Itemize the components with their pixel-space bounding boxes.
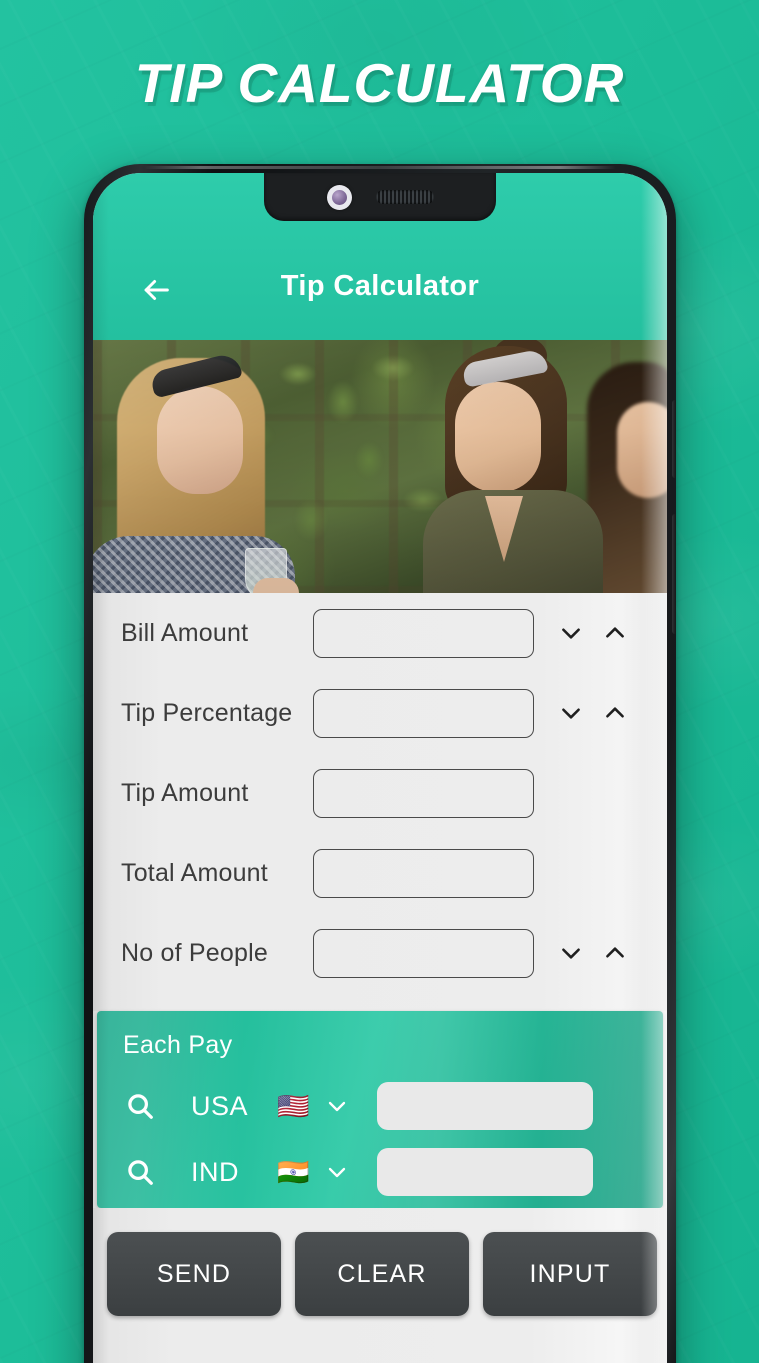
form-row-tip-amount: Tip Amount: [93, 753, 667, 833]
camera-icon: [326, 184, 352, 210]
phone-mockup: Tip Calculator Bill Amount Tip Percentag…: [84, 164, 676, 1363]
input-no-of-people[interactable]: [313, 928, 534, 978]
chevron-up-icon[interactable]: [602, 940, 628, 966]
currency-code-ind: IND: [191, 1156, 239, 1187]
input-each-pay-usa[interactable]: [377, 1082, 594, 1130]
each-pay-title: Each Pay: [123, 1031, 233, 1059]
currency-row-ind: IND 🇮🇳: [97, 1141, 663, 1203]
camera-lens-icon: [331, 189, 347, 205]
label-no-of-people: No of People: [121, 938, 268, 967]
phone-notch: [264, 173, 496, 221]
flag-icon-ind: 🇮🇳: [277, 1157, 310, 1187]
chevron-down-icon[interactable]: [558, 940, 584, 966]
phone-screen: Tip Calculator Bill Amount Tip Percentag…: [93, 173, 667, 1363]
form-row-no-of-people: No of People: [93, 913, 667, 993]
chevron-down-icon[interactable]: [325, 1160, 349, 1184]
input-tip-percentage[interactable]: [313, 688, 534, 738]
label-total-amount: Total Amount: [121, 858, 268, 887]
search-icon[interactable]: [125, 1157, 155, 1187]
form-row-bill-amount: Bill Amount: [93, 593, 667, 673]
hero-image-overlay: [93, 340, 667, 593]
form-row-tip-percentage: Tip Percentage: [93, 673, 667, 753]
currency-row-usa: USA 🇺🇸: [97, 1075, 663, 1137]
label-bill-amount: Bill Amount: [121, 618, 249, 647]
label-tip-amount: Tip Amount: [121, 778, 249, 807]
phone-volume-button[interactable]: [672, 514, 676, 634]
label-tip-percentage: Tip Percentage: [121, 698, 293, 727]
phone-power-button[interactable]: [672, 400, 676, 478]
speaker-grille-icon: [375, 190, 434, 204]
send-button[interactable]: SEND: [107, 1232, 281, 1316]
each-pay-card: Each Pay USA 🇺🇸 IND 🇮🇳: [97, 1011, 663, 1208]
chevron-down-icon[interactable]: [325, 1094, 349, 1118]
chevron-up-icon[interactable]: [602, 620, 628, 646]
action-button-bar: SEND CLEAR INPUT: [93, 1208, 667, 1363]
input-button[interactable]: INPUT: [483, 1232, 657, 1316]
search-icon[interactable]: [125, 1091, 155, 1121]
phone-frame-highlight: [144, 166, 616, 169]
app-bar-title: Tip Calculator: [280, 270, 480, 302]
chevron-down-icon[interactable]: [558, 620, 584, 646]
input-tip-amount[interactable]: [313, 768, 534, 818]
form-row-total-amount: Total Amount: [93, 833, 667, 913]
hero-image: [93, 340, 667, 593]
currency-code-usa: USA: [191, 1090, 249, 1121]
chevron-up-icon[interactable]: [602, 700, 628, 726]
input-total-amount[interactable]: [313, 848, 534, 898]
stepper-bill-amount: [558, 620, 628, 646]
input-each-pay-ind[interactable]: [377, 1148, 594, 1196]
stepper-tip-percentage: [558, 700, 628, 726]
clear-button[interactable]: CLEAR: [295, 1232, 469, 1316]
calculator-form: Bill Amount Tip Percentage Tip Amount To…: [93, 593, 667, 1011]
stepper-no-of-people: [558, 940, 628, 966]
input-bill-amount[interactable]: [313, 608, 534, 658]
page-title: TIP CALCULATOR: [134, 52, 625, 114]
chevron-down-icon[interactable]: [558, 700, 584, 726]
flag-icon-usa: 🇺🇸: [277, 1091, 310, 1121]
